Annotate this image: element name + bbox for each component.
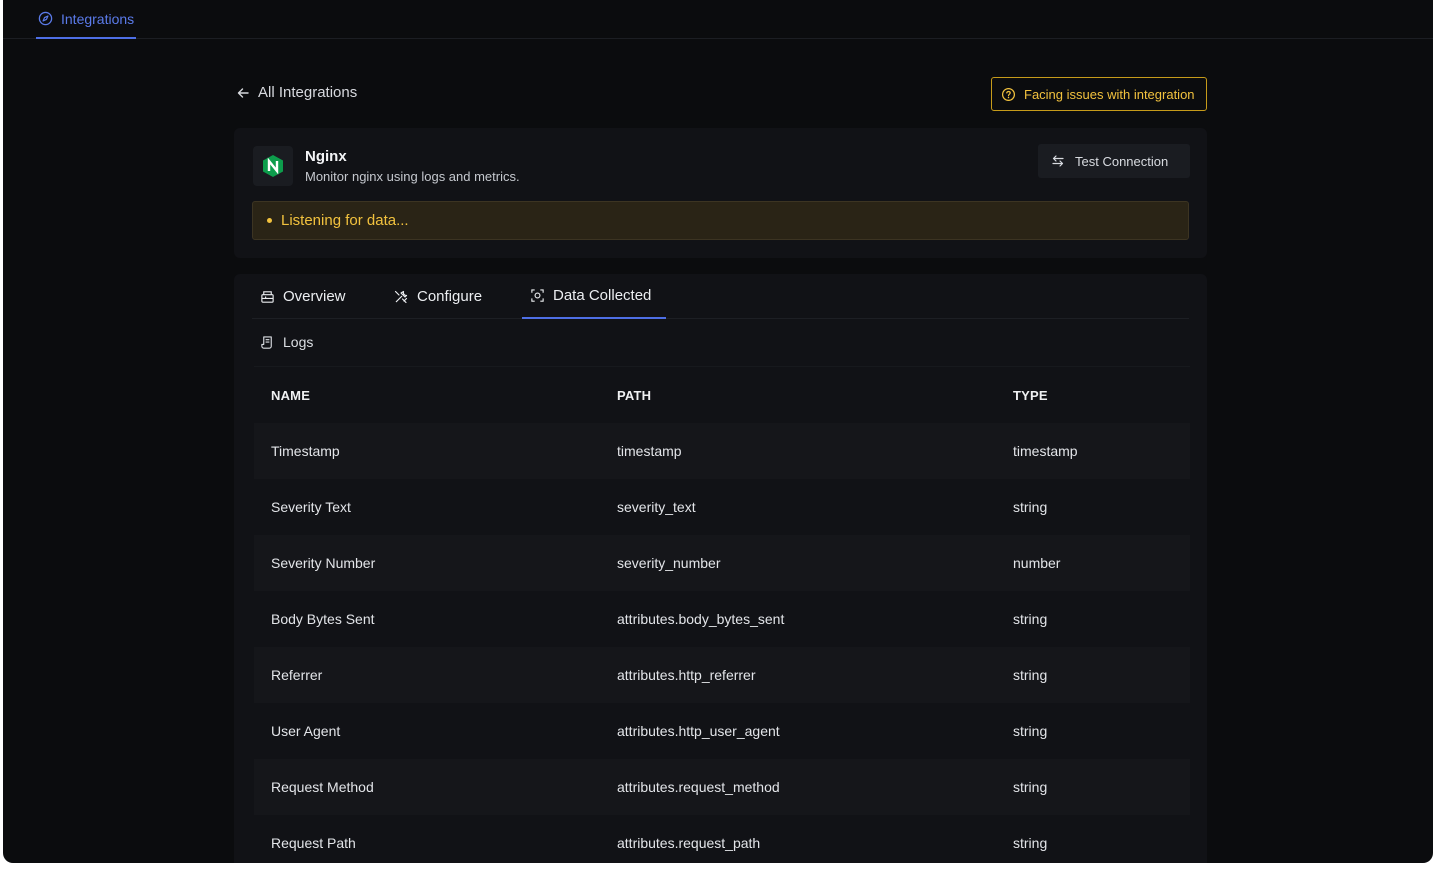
table-row: Referrer attributes.http_referrer string bbox=[254, 647, 1190, 703]
back-to-all-integrations[interactable]: All Integrations bbox=[236, 84, 357, 101]
cell-name: User Agent bbox=[271, 723, 341, 739]
table-row: Body Bytes Sent attributes.body_bytes_se… bbox=[254, 591, 1190, 647]
facing-issues-label: Facing issues with integration bbox=[1024, 86, 1195, 102]
table-row: Severity Number severity_number number bbox=[254, 535, 1190, 591]
tab-data-collected[interactable]: Data Collected bbox=[522, 274, 666, 319]
cell-name: Request Method bbox=[271, 779, 374, 795]
cell-path: severity_text bbox=[617, 499, 696, 515]
facing-issues-button[interactable]: Facing issues with integration bbox=[991, 77, 1207, 111]
data-collected-table: NAME PATH TYPE Timestamp timestamp times… bbox=[254, 366, 1190, 863]
integration-name: Nginx bbox=[305, 148, 347, 165]
cell-name: Severity Number bbox=[271, 555, 376, 571]
tab-integrations[interactable]: Integrations bbox=[36, 0, 137, 39]
logs-label: Logs bbox=[283, 334, 314, 350]
cell-path: attributes.http_referrer bbox=[617, 667, 756, 683]
cell-type: string bbox=[1013, 667, 1048, 683]
cell-path: timestamp bbox=[617, 443, 682, 459]
listening-status-banner: Listening for data... bbox=[252, 201, 1189, 240]
cell-type: timestamp bbox=[1013, 443, 1078, 459]
cell-type: number bbox=[1013, 555, 1061, 571]
app-window: Integrations All Integrations Facing iss… bbox=[3, 0, 1433, 863]
tab-overview-label: Overview bbox=[283, 288, 346, 305]
cell-type: string bbox=[1013, 835, 1048, 851]
cell-path: attributes.request_method bbox=[617, 779, 780, 795]
cell-path: attributes.request_path bbox=[617, 835, 761, 851]
cell-path: attributes.body_bytes_sent bbox=[617, 611, 785, 627]
cell-type: string bbox=[1013, 723, 1048, 739]
integration-details-card: Overview Configure Data Collected Logs N… bbox=[234, 274, 1207, 863]
tab-configure[interactable]: Configure bbox=[385, 274, 490, 319]
integration-description: Monitor nginx using logs and metrics. bbox=[305, 169, 520, 184]
compass-icon bbox=[38, 11, 53, 26]
scroll-icon bbox=[260, 335, 275, 350]
cell-path: severity_number bbox=[617, 555, 721, 571]
cell-type: string bbox=[1013, 611, 1048, 627]
test-connection-label: Test Connection bbox=[1075, 153, 1169, 169]
integration-header-card: Nginx Monitor nginx using logs and metri… bbox=[234, 128, 1207, 258]
cell-name: Referrer bbox=[271, 667, 323, 683]
top-navigation: Integrations bbox=[3, 0, 1433, 39]
table-row: User Agent attributes.http_user_agent st… bbox=[254, 703, 1190, 759]
arrow-left-icon bbox=[236, 86, 250, 100]
cell-name: Timestamp bbox=[271, 443, 340, 459]
cell-type: string bbox=[1013, 499, 1048, 515]
table-header-row: NAME PATH TYPE bbox=[254, 367, 1190, 423]
tab-data-collected-label: Data Collected bbox=[553, 287, 652, 304]
cell-name: Severity Text bbox=[271, 499, 351, 515]
nginx-logo bbox=[253, 146, 293, 186]
tab-configure-label: Configure bbox=[417, 288, 483, 305]
column-header-name: NAME bbox=[271, 387, 311, 403]
table-row: Severity Text severity_text string bbox=[254, 479, 1190, 535]
test-connection-button[interactable]: Test Connection bbox=[1038, 144, 1190, 178]
cell-name: Request Path bbox=[271, 835, 356, 851]
overview-icon bbox=[260, 289, 275, 304]
table-row: Request Path attributes.request_path str… bbox=[254, 815, 1190, 863]
table-row: Request Method attributes.request_method… bbox=[254, 759, 1190, 815]
tab-integrations-label: Integrations bbox=[61, 10, 135, 27]
back-label: All Integrations bbox=[258, 84, 358, 101]
cell-path: attributes.http_user_agent bbox=[617, 723, 780, 739]
status-dot-icon bbox=[267, 218, 272, 223]
logs-section-heading: Logs bbox=[260, 334, 313, 350]
help-circle-icon bbox=[1001, 87, 1016, 102]
column-header-type: TYPE bbox=[1013, 387, 1048, 403]
cell-type: string bbox=[1013, 779, 1048, 795]
column-header-path: PATH bbox=[617, 387, 652, 403]
table-row: Timestamp timestamp timestamp bbox=[254, 423, 1190, 479]
data-collected-icon bbox=[530, 288, 545, 303]
cell-name: Body Bytes Sent bbox=[271, 611, 375, 627]
tab-overview[interactable]: Overview bbox=[252, 274, 354, 319]
swap-arrows-icon bbox=[1051, 154, 1065, 168]
detail-tabs: Overview Configure Data Collected bbox=[252, 274, 1189, 319]
listening-status-text: Listening for data... bbox=[281, 212, 409, 229]
configure-icon bbox=[393, 289, 409, 305]
